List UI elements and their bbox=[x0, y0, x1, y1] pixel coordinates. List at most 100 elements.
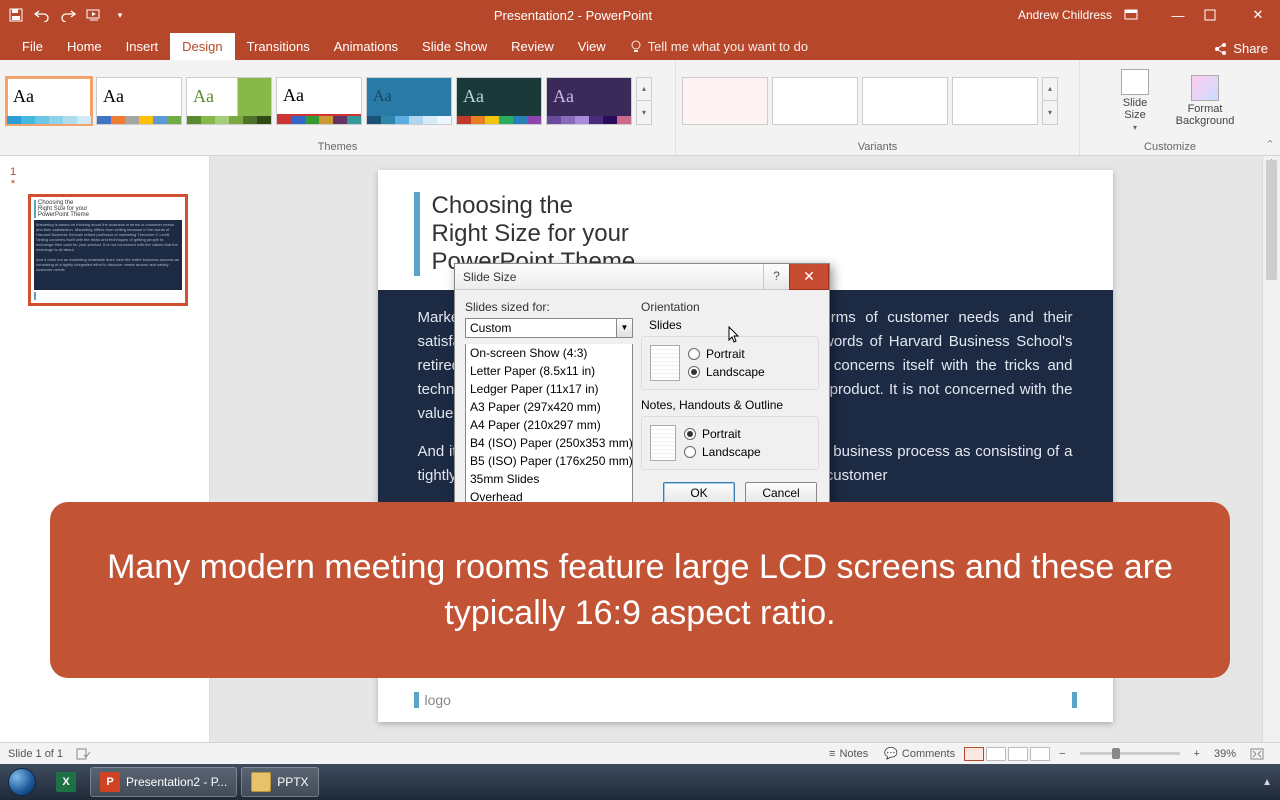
close-icon[interactable]: ✕ bbox=[1244, 7, 1272, 23]
qat-customize-icon[interactable]: ▾ bbox=[112, 7, 128, 23]
collapse-ribbon-icon[interactable]: ⌃ bbox=[1260, 60, 1280, 155]
tab-file[interactable]: File bbox=[10, 33, 55, 60]
tab-transitions[interactable]: Transitions bbox=[235, 33, 322, 60]
zoom-slider-handle[interactable] bbox=[1112, 748, 1120, 759]
dialog-close-icon[interactable]: ✕ bbox=[789, 264, 829, 290]
save-icon[interactable] bbox=[8, 7, 24, 23]
portrait-label: Portrait bbox=[702, 427, 741, 441]
scrollbar-thumb[interactable] bbox=[1266, 160, 1277, 280]
comments-button[interactable]: 💬 Comments bbox=[876, 747, 963, 760]
theme-thumb-6[interactable]: Aa bbox=[456, 77, 542, 125]
comments-icon: 💬 bbox=[884, 747, 898, 760]
customize-group: Slide Size ▾ Format Background Customize bbox=[1080, 60, 1260, 155]
slides-landscape-radio[interactable]: Landscape bbox=[688, 365, 765, 379]
user-name[interactable]: Andrew Childress bbox=[1018, 8, 1112, 22]
variants-more-button[interactable]: ▴▾ bbox=[1042, 77, 1058, 125]
zoom-in-button[interactable]: + bbox=[1186, 748, 1208, 760]
slides-orientation-group: Portrait Landscape bbox=[641, 336, 819, 390]
slide-size-label: Slide Size bbox=[1123, 97, 1147, 121]
normal-view-icon[interactable] bbox=[964, 747, 984, 761]
format-background-icon bbox=[1191, 75, 1219, 101]
variant-thumb-3[interactable] bbox=[862, 77, 948, 125]
slide-indicator[interactable]: Slide 1 of 1 bbox=[8, 748, 63, 760]
tell-me-box[interactable]: Tell me what you want to do bbox=[618, 33, 820, 60]
dialog-help-icon[interactable]: ? bbox=[763, 264, 789, 290]
show-hidden-icons-icon[interactable]: ▲ bbox=[1262, 777, 1280, 788]
tab-review[interactable]: Review bbox=[499, 33, 566, 60]
undo-icon[interactable] bbox=[34, 7, 50, 23]
slides-portrait-radio[interactable]: Portrait bbox=[688, 347, 765, 361]
dropdown-option[interactable]: B4 (ISO) Paper (250x353 mm) bbox=[466, 434, 632, 452]
tab-insert[interactable]: Insert bbox=[114, 33, 171, 60]
tab-animations[interactable]: Animations bbox=[322, 33, 410, 60]
dropdown-option[interactable]: Ledger Paper (11x17 in) bbox=[466, 380, 632, 398]
dropdown-option[interactable]: A3 Paper (297x420 mm) bbox=[466, 398, 632, 416]
maximize-icon[interactable] bbox=[1204, 9, 1232, 21]
slides-orientation-label: Slides bbox=[649, 318, 819, 332]
fit-to-window-icon[interactable] bbox=[1242, 748, 1272, 760]
dropdown-option[interactable]: B5 (ISO) Paper (176x250 mm) bbox=[466, 452, 632, 470]
dropdown-option[interactable]: 35mm Slides bbox=[466, 470, 632, 488]
cancel-button[interactable]: Cancel bbox=[745, 482, 817, 504]
theme-thumb-7[interactable]: Aa bbox=[546, 77, 632, 125]
slide-footer: logo bbox=[414, 692, 1077, 708]
title-right-area: Andrew Childress — ✕ bbox=[1018, 7, 1280, 23]
start-from-beginning-icon[interactable] bbox=[86, 7, 102, 23]
start-button[interactable] bbox=[0, 764, 44, 800]
share-button[interactable]: Share bbox=[1201, 37, 1280, 60]
tell-me-label: Tell me what you want to do bbox=[648, 39, 808, 54]
spellcheck-icon[interactable] bbox=[75, 747, 91, 761]
redo-icon[interactable] bbox=[60, 7, 76, 23]
theme-thumb-3[interactable]: Aa bbox=[186, 77, 272, 125]
orientation-label: Orientation bbox=[641, 300, 819, 314]
windows-logo-icon bbox=[8, 768, 36, 796]
reading-view-icon[interactable] bbox=[1008, 747, 1028, 761]
variant-thumb-1[interactable] bbox=[682, 77, 768, 125]
comments-label: Comments bbox=[902, 748, 955, 760]
slide-size-button[interactable]: Slide Size ▾ bbox=[1104, 69, 1166, 132]
themes-group: Aa Aa Aa Aa Aa Aa bbox=[0, 60, 676, 155]
status-bar: Slide 1 of 1 ≡Notes 💬 Comments − + 39% bbox=[0, 742, 1280, 764]
slide-size-dialog: Slide Size ? ✕ Slides sized for: Custom … bbox=[454, 263, 830, 515]
ok-button[interactable]: OK bbox=[663, 482, 735, 504]
tab-view[interactable]: View bbox=[566, 33, 618, 60]
theme-thumb-1[interactable]: Aa bbox=[6, 77, 92, 125]
share-label: Share bbox=[1233, 41, 1268, 56]
slide-sorter-view-icon[interactable] bbox=[986, 747, 1006, 761]
vertical-scrollbar[interactable]: ▲ ▼ bbox=[1262, 156, 1280, 764]
minimize-icon[interactable]: — bbox=[1164, 8, 1192, 23]
theme-thumb-4[interactable]: Aa bbox=[276, 77, 362, 125]
combo-dropdown-icon[interactable]: ▼ bbox=[616, 319, 632, 337]
slide-thumbnail-1[interactable]: Choosing theRight Size for yourPowerPoin… bbox=[28, 194, 188, 306]
notes-landscape-radio[interactable]: Landscape bbox=[684, 445, 761, 459]
taskbar-item-powerpoint[interactable]: P Presentation2 - P... bbox=[90, 767, 237, 797]
taskbar-item-excel[interactable]: X bbox=[46, 767, 86, 797]
zoom-out-button[interactable]: − bbox=[1051, 748, 1073, 760]
taskbar-item-folder[interactable]: PPTX bbox=[241, 767, 318, 797]
annotation-overlay: Many modern meeting rooms feature large … bbox=[50, 502, 1230, 678]
dialog-titlebar[interactable]: Slide Size ? ✕ bbox=[455, 264, 829, 290]
tab-home[interactable]: Home bbox=[55, 33, 114, 60]
format-background-button[interactable]: Format Background bbox=[1174, 75, 1236, 127]
dropdown-option[interactable]: A4 Paper (210x297 mm) bbox=[466, 416, 632, 434]
zoom-slider[interactable] bbox=[1080, 752, 1180, 755]
slideshow-view-icon[interactable] bbox=[1030, 747, 1050, 761]
dropdown-option[interactable]: On-screen Show (4:3) bbox=[466, 344, 632, 362]
variant-thumb-2[interactable] bbox=[772, 77, 858, 125]
notes-icon: ≡ bbox=[829, 748, 835, 760]
notes-portrait-radio[interactable]: Portrait bbox=[684, 427, 761, 441]
sized-for-combo[interactable]: Custom ▼ bbox=[465, 318, 633, 338]
theme-thumb-5[interactable]: Aa bbox=[366, 77, 452, 125]
notes-button[interactable]: ≡Notes bbox=[821, 748, 876, 760]
tab-slide-show[interactable]: Slide Show bbox=[410, 33, 499, 60]
dropdown-option[interactable]: Letter Paper (8.5x11 in) bbox=[466, 362, 632, 380]
powerpoint-icon: P bbox=[100, 772, 120, 792]
tab-design[interactable]: Design bbox=[170, 33, 234, 60]
variant-thumb-4[interactable] bbox=[952, 77, 1038, 125]
ribbon-options-icon[interactable] bbox=[1124, 9, 1152, 21]
taskbar-label: Presentation2 - P... bbox=[126, 775, 227, 789]
theme-thumb-2[interactable]: Aa bbox=[96, 77, 182, 125]
themes-more-button[interactable]: ▴▾ bbox=[636, 77, 652, 125]
themes-gallery: Aa Aa Aa Aa Aa Aa bbox=[0, 60, 675, 141]
zoom-percent[interactable]: 39% bbox=[1208, 748, 1242, 760]
